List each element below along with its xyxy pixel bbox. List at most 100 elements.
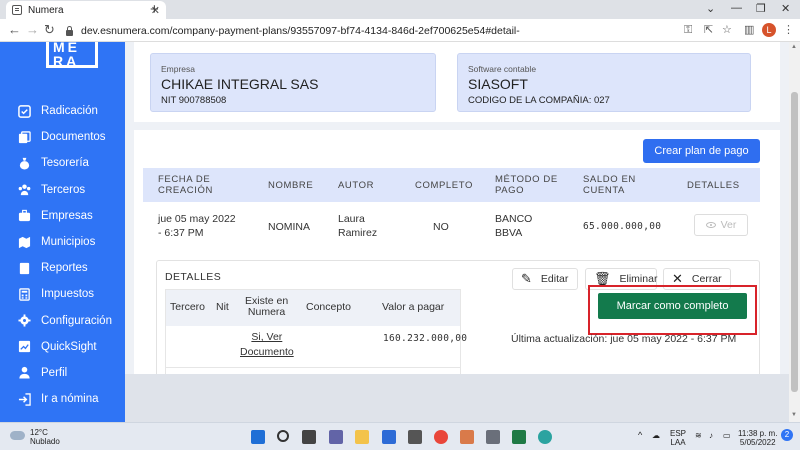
sidebar-item-label: Configuración — [41, 314, 112, 327]
create-payment-plan-button[interactable]: Crear plan de pago — [643, 139, 760, 163]
minimize-button[interactable]: — — [731, 2, 742, 14]
sidebar-item-label: Impuestos — [41, 288, 95, 301]
language-line1: ESP — [670, 429, 687, 438]
cell-fecha-line2: - 6:37 PM — [158, 227, 204, 239]
weather-temp: 12°C — [30, 428, 48, 437]
browser-app-icon[interactable] — [538, 430, 552, 444]
check-square-icon — [18, 104, 31, 118]
software-info-box: Software contable SIASOFT CODIGO DE LA C… — [457, 53, 751, 112]
col-fecha: FECHA DE CREACIÓN — [158, 174, 213, 196]
new-tab-button[interactable]: + — [150, 1, 159, 18]
key-icon[interactable]: ⚿ — [684, 23, 692, 37]
teams-chat-icon[interactable] — [329, 430, 343, 444]
app-icon[interactable] — [460, 430, 474, 444]
col-metodo-line2: PAGO — [495, 185, 525, 196]
edit-button[interactable]: ✎ Editar — [512, 268, 578, 290]
wifi-icon[interactable]: ≋ — [695, 431, 702, 440]
address-bar[interactable]: dev.esnumera.com/company-payment-plans/9… — [60, 22, 700, 39]
details-panel: DETALLES ✎ Editar 🗑 Eliminar ✕ Cerrar Te… — [156, 260, 760, 374]
reload-icon[interactable]: ↻ — [44, 22, 55, 38]
view-document-link[interactable]: Si, Ver Documento — [240, 330, 294, 360]
forward-icon[interactable]: → — [26, 22, 39, 38]
documents-icon — [18, 131, 31, 144]
details-table-header: Tercero Nit Existe en Numera Concepto Va… — [166, 290, 460, 326]
browser-tab-bar: Numera ✕ + ⌄ — ❐ ✕ — [0, 0, 800, 19]
col-saldo-line1: SALDO EN — [583, 174, 636, 185]
col-autor: AUTOR — [338, 180, 375, 191]
user-icon — [18, 366, 31, 380]
close-window-button[interactable]: ✕ — [781, 2, 790, 15]
sidebar-item-tesoreria[interactable]: Tesorería — [0, 150, 125, 176]
browser-tab[interactable]: Numera ✕ — [6, 1, 166, 19]
sidebar-item-ir-a-nomina[interactable]: Ir a nómina — [0, 386, 125, 412]
col-concepto: Concepto — [306, 301, 351, 313]
sidebar-item-perfil[interactable]: Perfil — [0, 360, 125, 386]
mark-complete-button[interactable]: Marcar como completo — [598, 293, 747, 319]
scroll-up-icon[interactable]: ▲ — [791, 44, 797, 50]
money-bag-icon — [18, 157, 31, 170]
sidebar-item-municipios[interactable]: Municipios — [0, 229, 125, 255]
exit-icon — [18, 392, 31, 406]
profile-avatar[interactable]: L — [762, 23, 776, 37]
calculator-app-icon[interactable] — [486, 430, 500, 444]
language-indicator[interactable]: ESP LAA — [670, 429, 686, 447]
scroll-down-icon[interactable]: ▼ — [791, 412, 797, 418]
calculator-icon — [18, 288, 31, 301]
mail-icon[interactable] — [408, 430, 422, 444]
menu-dots-icon[interactable]: ⋮ — [783, 23, 794, 37]
sidebar-item-empresas[interactable]: Empresas — [0, 203, 125, 229]
company-label: Empresa — [161, 64, 196, 74]
sidebar-item-radicacion[interactable]: Radicación — [0, 98, 125, 124]
volume-icon[interactable]: ♪ — [709, 431, 713, 440]
col-completo: COMPLETO — [415, 180, 473, 191]
battery-icon[interactable]: ▭ — [723, 431, 731, 440]
weather-widget[interactable]: 12°C Nublado — [10, 428, 60, 446]
back-icon[interactable]: ← — [8, 22, 21, 38]
store-icon[interactable] — [382, 430, 396, 444]
notification-badge[interactable]: 2 — [781, 429, 793, 441]
restore-button[interactable]: ❐ — [756, 2, 766, 15]
sidebar-menu: Radicación Documentos Tesorería Terceros… — [0, 98, 125, 412]
sidebar: ME RA Radicación Documentos Tesorería Te… — [0, 42, 125, 422]
sidebar-item-configuracion[interactable]: Configuración — [0, 308, 125, 334]
language-line2: LAA — [670, 438, 686, 447]
excel-icon[interactable] — [512, 430, 526, 444]
col-existe: Existe en Numera — [245, 296, 288, 318]
task-view-icon[interactable] — [302, 430, 316, 444]
details-title: DETALLES — [165, 271, 222, 283]
tab-search-icon[interactable]: ⌄ — [706, 2, 715, 15]
col-tercero: Tercero — [170, 301, 206, 313]
main-content: Empresa CHIKAE INTEGRAL SAS NIT 90078850… — [125, 42, 789, 374]
sidebar-item-impuestos[interactable]: Impuestos — [0, 281, 125, 307]
start-icon[interactable] — [251, 430, 265, 444]
scrollbar-thumb[interactable] — [791, 92, 798, 392]
search-icon[interactable] — [277, 430, 289, 442]
table-header: FECHA DE CREACIÓN NOMBRE AUTOR COMPLETO … — [143, 168, 760, 202]
sidebar-item-label: QuickSight — [41, 340, 97, 353]
file-explorer-icon[interactable] — [355, 430, 369, 444]
sidebar-item-terceros[interactable]: Terceros — [0, 177, 125, 203]
tab-title: Numera — [28, 4, 64, 16]
sidebar-item-label: Municipios — [41, 236, 96, 249]
cell-fecha-line1: jue 05 may 2022 — [158, 213, 236, 225]
cloud-sync-icon[interactable]: ☁ — [652, 431, 660, 440]
share-icon[interactable]: ⇱ — [704, 23, 713, 37]
sidebar-item-reportes[interactable]: Reportes — [0, 255, 125, 281]
clock[interactable]: 11:38 p. m. 5/05/2022 — [738, 429, 777, 447]
sidebar-item-documentos[interactable]: Documentos — [0, 124, 125, 150]
sidebar-item-quicksight[interactable]: QuickSight — [0, 334, 125, 360]
side-panel-icon[interactable]: ▥ — [744, 23, 754, 37]
software-label: Software contable — [468, 64, 537, 74]
tray-chevron-icon[interactable]: ^ — [638, 431, 642, 440]
col-fecha-line1: FECHA DE — [158, 174, 211, 185]
document-icon — [12, 5, 22, 15]
cell-metodo-line1: BANCO — [495, 213, 533, 225]
details-table-row: Si, Ver Documento 160.232.000,00 — [166, 326, 467, 368]
col-fecha-line2: CREACIÓN — [158, 185, 213, 196]
page-scrollbar[interactable]: ▲ ▼ — [789, 42, 800, 422]
chrome-icon[interactable] — [434, 430, 448, 444]
col-nombre: NOMBRE — [268, 180, 314, 191]
bookmark-star-icon[interactable]: ☆ — [722, 23, 732, 37]
col-detalles: DETALLES — [687, 180, 740, 191]
view-button[interactable]: Ver — [694, 214, 748, 236]
